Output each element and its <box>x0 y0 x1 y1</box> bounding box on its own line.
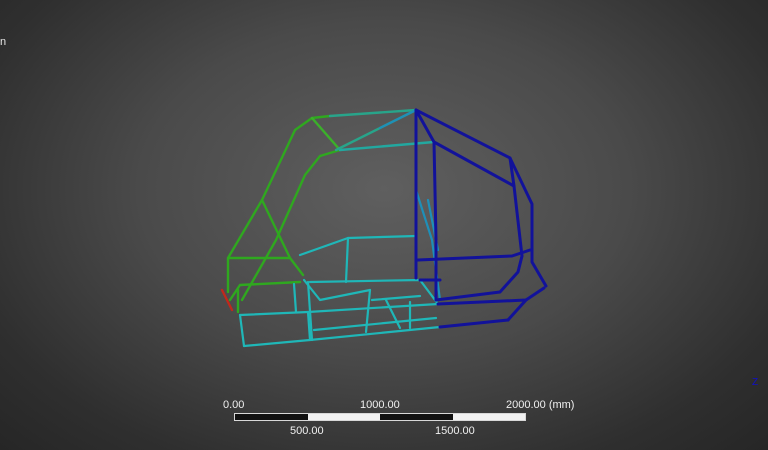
frame-tube <box>228 280 302 302</box>
frame-tube <box>260 198 292 260</box>
scale-label-1000: 1000.00 <box>360 399 400 411</box>
frame-tube <box>436 286 546 306</box>
frame-tube <box>292 282 298 314</box>
frame-tube <box>370 294 422 302</box>
frame-tube <box>298 234 418 257</box>
frame-rear-section <box>414 108 548 329</box>
scale-bar <box>234 413 526 421</box>
frame-tube <box>434 254 524 302</box>
scale-label-500: 500.00 <box>290 425 324 437</box>
axis-triad-icon[interactable]: Z <box>752 377 758 388</box>
frame-tube <box>414 108 524 258</box>
frame-tube <box>242 325 442 348</box>
scale-label-2000: 2000.00 (mm) <box>506 399 575 411</box>
scale-label-1500: 1500.00 <box>435 425 475 437</box>
frame-tube <box>310 116 342 152</box>
scale-label-0: 0.00 <box>223 399 245 411</box>
frame-tube <box>226 114 332 294</box>
frame-tube <box>338 140 436 152</box>
frame-tube <box>506 298 528 322</box>
model-viewport[interactable] <box>0 0 768 450</box>
frame-tube <box>344 236 350 284</box>
frame-tube <box>238 302 440 317</box>
frame-tube <box>432 140 438 242</box>
scale-segment <box>452 414 525 420</box>
scale-segment <box>380 414 453 420</box>
scale-segment <box>235 414 308 420</box>
frame-tube <box>240 148 342 302</box>
frame-tube <box>328 108 418 118</box>
frame-tube <box>238 313 246 348</box>
frame-tube <box>438 318 510 329</box>
scale-segment <box>307 414 380 420</box>
